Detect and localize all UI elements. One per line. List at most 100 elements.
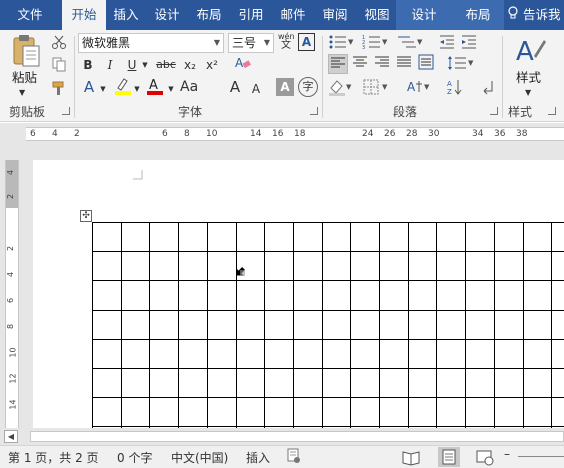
superscript-button[interactable]: x² xyxy=(203,56,221,74)
tab-table-layout[interactable]: 布局 xyxy=(458,0,498,30)
underline-button[interactable]: U xyxy=(124,56,140,74)
grow-font-button[interactable]: A xyxy=(226,78,244,96)
ruler-number: 8 xyxy=(6,323,16,330)
status-bar: 第 1 页，共 2 页 0 个字 中文(中国) 插入 – xyxy=(0,445,564,468)
tab-layout[interactable]: 布局 xyxy=(190,0,228,30)
italic-button[interactable]: I xyxy=(102,56,118,74)
chevron-down-icon[interactable]: ▼ xyxy=(98,80,108,98)
font-size-value: 三号 xyxy=(232,36,257,50)
clear-formatting-icon[interactable]: A xyxy=(234,54,252,77)
svg-text:Z: Z xyxy=(447,88,452,96)
align-left-icon[interactable] xyxy=(328,54,348,74)
vertical-ruler[interactable]: 4 2 2 4 6 8 10 12 14 xyxy=(5,160,19,428)
font-size-combo[interactable]: 三号 ▼ xyxy=(228,33,274,53)
phonetic-guide-button[interactable]: wén 文 xyxy=(278,32,295,51)
show-marks-icon[interactable] xyxy=(480,78,496,101)
shading-icon[interactable]: ▼ xyxy=(328,78,354,101)
highlight-icon[interactable] xyxy=(114,76,132,101)
tab-home[interactable]: 开始 xyxy=(62,0,106,30)
font-name-combo[interactable]: 微软雅黑 ▼ xyxy=(78,33,224,53)
ruler-number: 2 xyxy=(6,245,16,252)
justify-icon[interactable] xyxy=(394,54,414,74)
char-border-button[interactable]: A xyxy=(298,33,315,51)
svg-text:▼: ▼ xyxy=(424,83,430,91)
word-count-status[interactable]: 0 个字 xyxy=(117,449,152,466)
svg-text:A: A xyxy=(447,80,452,88)
bullets-icon[interactable]: ▼ xyxy=(328,33,354,56)
numbering-icon[interactable]: 1 2 3 ▼ xyxy=(362,33,388,56)
tell-me-box[interactable]: 告诉我 xyxy=(507,0,561,30)
print-layout-icon[interactable] xyxy=(438,447,460,467)
tab-design[interactable]: 设计 xyxy=(148,0,186,30)
tab-view[interactable]: 视图 xyxy=(358,0,396,30)
zoom-slider[interactable] xyxy=(518,456,564,457)
ruler-number: 10 xyxy=(8,347,18,358)
svg-text:▼: ▼ xyxy=(468,59,474,67)
tab-table-design[interactable]: 设计 xyxy=(404,0,444,30)
insert-mode-status[interactable]: 插入 xyxy=(246,449,270,466)
format-painter-icon[interactable] xyxy=(50,80,68,101)
group-separator xyxy=(322,36,323,118)
chevron-down-icon[interactable]: ▼ xyxy=(140,56,150,74)
font-name-value: 微软雅黑 xyxy=(82,36,131,50)
font-case-button[interactable]: Aa xyxy=(180,78,198,96)
zoom-out-icon[interactable]: – xyxy=(504,447,510,461)
svg-text:▼: ▼ xyxy=(346,83,352,91)
multilevel-list-icon[interactable]: ▼ xyxy=(396,33,424,56)
paragraph-launcher-icon[interactable] xyxy=(490,107,498,115)
line-spacing-icon[interactable]: ▼ xyxy=(446,54,474,77)
char-shading-button[interactable]: A xyxy=(276,78,294,96)
borders-icon[interactable]: ▼ xyxy=(362,78,390,101)
enclose-chars-button[interactable]: 字 xyxy=(298,77,318,97)
svg-text:A: A xyxy=(516,37,534,67)
web-layout-icon[interactable] xyxy=(474,447,496,467)
chevron-down-icon[interactable]: ▼ xyxy=(166,80,176,98)
read-mode-icon[interactable] xyxy=(400,447,422,467)
ribbon: 粘贴 ▼ 剪贴板 微软雅黑 ▼ 三号 ▼ wén 文 A B I U ▼ abc… xyxy=(0,30,564,122)
table-move-handle-icon[interactable]: ✣ xyxy=(80,210,92,222)
tab-review[interactable]: 审阅 xyxy=(316,0,354,30)
tab-file[interactable]: 文件 xyxy=(5,0,55,30)
decrease-indent-icon[interactable] xyxy=(438,33,456,56)
phonetic-guide-bottom: 文 xyxy=(281,40,291,51)
svg-text:A: A xyxy=(149,78,158,93)
group-separator xyxy=(74,36,75,118)
scroll-thumb[interactable] xyxy=(30,431,564,442)
copy-icon[interactable] xyxy=(50,56,68,77)
paste-dropdown-icon[interactable]: ▼ xyxy=(19,84,25,102)
strikethrough-button[interactable]: abc xyxy=(154,56,178,74)
tell-me-text: 告诉我 xyxy=(522,7,561,22)
shrink-font-button[interactable]: A xyxy=(248,80,264,98)
font-launcher-icon[interactable] xyxy=(310,107,318,115)
horizontal-ruler[interactable]: 6 4 2 6 8 10 14 16 18 24 26 28 30 34 36 … xyxy=(0,123,564,145)
align-right-icon[interactable] xyxy=(372,54,392,74)
subscript-button[interactable]: x₂ xyxy=(181,56,199,74)
chevron-down-icon[interactable]: ▼ xyxy=(525,84,531,102)
bold-button[interactable]: B xyxy=(80,56,96,74)
styles-gallery-icon[interactable]: A xyxy=(514,34,546,71)
clipboard-launcher-icon[interactable] xyxy=(62,107,70,115)
increase-indent-icon[interactable] xyxy=(460,33,478,56)
chinese-layout-icon[interactable]: A ▼ xyxy=(406,78,432,101)
font-color-icon[interactable]: A xyxy=(146,76,164,101)
scroll-left-icon[interactable]: ◀ xyxy=(4,430,18,443)
sort-icon[interactable]: AZ xyxy=(446,78,464,101)
table[interactable] xyxy=(92,222,564,428)
align-center-icon[interactable] xyxy=(350,54,370,74)
text-effects-button[interactable]: A xyxy=(80,78,98,96)
cut-icon[interactable] xyxy=(50,34,68,55)
ruler-ticks xyxy=(0,127,564,141)
tab-references[interactable]: 引用 xyxy=(232,0,270,30)
distributed-icon[interactable] xyxy=(416,54,436,74)
tab-insert[interactable]: 插入 xyxy=(107,0,145,30)
styles-launcher-icon[interactable] xyxy=(548,107,556,115)
svg-text:▼: ▼ xyxy=(348,38,354,46)
horizontal-scrollbar[interactable]: ◀ xyxy=(0,428,564,445)
page-count-status[interactable]: 第 1 页，共 2 页 xyxy=(8,449,99,466)
tab-mailings[interactable]: 邮件 xyxy=(274,0,312,30)
paragraph-group-label: 段落 xyxy=(393,105,418,119)
font-group-label: 字体 xyxy=(178,105,203,119)
macro-record-icon[interactable] xyxy=(287,448,301,467)
chevron-down-icon[interactable]: ▼ xyxy=(132,80,142,98)
language-status[interactable]: 中文(中国) xyxy=(171,449,228,466)
